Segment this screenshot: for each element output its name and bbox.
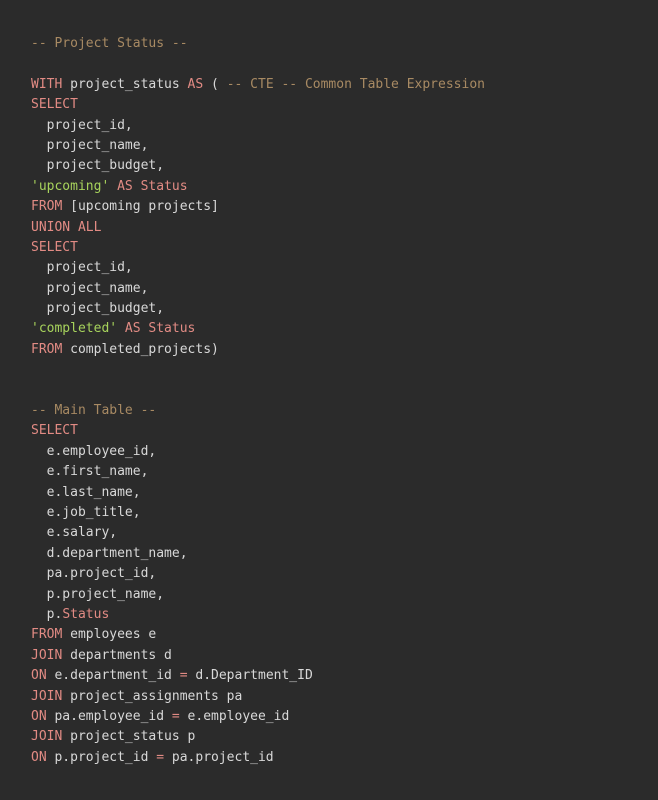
code-token: 'completed' xyxy=(31,321,118,337)
code-token: AS xyxy=(109,178,141,194)
code-line: ​ xyxy=(31,54,658,74)
code-line: -- Project Status -- xyxy=(31,34,658,54)
code-token: project_budget, xyxy=(31,301,165,317)
code-line: project_budget, xyxy=(31,156,658,176)
code-line: SELECT xyxy=(31,421,658,441)
code-token: ON xyxy=(31,749,55,765)
code-line: d.department_name, xyxy=(31,544,658,564)
code-token: project_budget, xyxy=(31,158,165,174)
code-token: pa.project_id, xyxy=(31,566,157,582)
code-token: JOIN xyxy=(31,688,71,704)
code-line: project_name, xyxy=(31,279,658,299)
code-token: d.Department_ID xyxy=(187,668,313,684)
code-token: UNION ALL xyxy=(31,219,102,235)
code-token: [upcoming projects] xyxy=(70,199,219,215)
code-line: JOIN departments d xyxy=(31,646,658,666)
code-token: e.job_title, xyxy=(31,504,141,520)
code-token: project_assignments pa xyxy=(70,688,243,704)
code-line: JOIN project_status p xyxy=(31,727,658,747)
code-token: 'upcoming' xyxy=(31,178,110,194)
code-token: SELECT xyxy=(31,423,78,439)
code-line: project_budget, xyxy=(31,299,658,319)
code-token: SELECT xyxy=(31,239,78,255)
code-line: e.job_title, xyxy=(31,503,658,523)
code-token: ON xyxy=(31,668,55,684)
code-line: e.employee_id, xyxy=(31,442,658,462)
code-token: ( xyxy=(203,76,227,92)
code-token: Status xyxy=(62,606,110,622)
code-token: = xyxy=(179,668,188,684)
code-editor[interactable]: -- Project Status --​WITH project_status… xyxy=(0,0,658,800)
code-line: 'upcoming' AS Status xyxy=(31,177,658,197)
code-line: project_id, xyxy=(31,116,658,136)
code-token: Status xyxy=(140,178,188,194)
code-line: JOIN project_assignments pa xyxy=(31,687,658,707)
code-token: project_name, xyxy=(31,137,149,153)
code-token: JOIN xyxy=(31,729,71,745)
code-token: d.department_name, xyxy=(31,545,188,561)
code-token: = xyxy=(171,708,180,724)
code-token: project_name, xyxy=(31,280,149,296)
code-token: p.project_id xyxy=(54,749,157,765)
code-line: FROM [upcoming projects] xyxy=(31,197,658,217)
code-token: ON xyxy=(31,708,55,724)
code-token: p.project_name, xyxy=(31,586,165,602)
code-line: e.salary, xyxy=(31,523,658,543)
code-token: -- Main Table -- xyxy=(31,403,157,419)
code-line: SELECT xyxy=(31,95,658,115)
code-token: e.first_name, xyxy=(31,464,149,480)
code-token: e.salary, xyxy=(31,525,118,541)
code-token: project_id, xyxy=(31,260,133,276)
code-token: = xyxy=(156,749,165,765)
code-line: e.first_name, xyxy=(31,462,658,482)
code-line: ​ xyxy=(31,360,658,380)
code-token: -- CTE -- Common Table Expression xyxy=(226,76,485,92)
code-token: AS xyxy=(117,321,149,337)
code-token: employees e xyxy=(70,627,157,643)
code-line: -- Main Table -- xyxy=(31,401,658,421)
code-line: project_id, xyxy=(31,258,658,278)
code-line: p.project_name, xyxy=(31,585,658,605)
code-token: project_status p xyxy=(70,729,196,745)
code-token: WITH xyxy=(31,76,71,92)
code-token: Status xyxy=(148,321,196,337)
code-line: 'completed' AS Status xyxy=(31,319,658,339)
code-token: e.department_id xyxy=(54,668,180,684)
code-token: project_status xyxy=(70,76,188,92)
code-token: AS xyxy=(187,76,204,92)
code-line: UNION ALL xyxy=(31,218,658,238)
code-line: ON e.department_id = d.Department_ID xyxy=(31,666,658,686)
code-token: e.employee_id, xyxy=(31,443,157,459)
code-line: FROM completed_projects) xyxy=(31,340,658,360)
code-line: pa.project_id, xyxy=(31,564,658,584)
code-token: completed_projects) xyxy=(70,341,219,357)
code-token: FROM xyxy=(31,199,71,215)
code-line: ​ xyxy=(31,381,658,401)
code-token: pa.project_id xyxy=(164,749,274,765)
code-token: JOIN xyxy=(31,647,71,663)
code-token: FROM xyxy=(31,627,71,643)
code-token: e.last_name, xyxy=(31,484,141,500)
code-token: pa.employee_id xyxy=(54,708,172,724)
code-token: SELECT xyxy=(31,97,78,113)
code-token: e.employee_id xyxy=(179,708,290,724)
code-line: SELECT xyxy=(31,238,658,258)
code-line: ON pa.employee_id = e.employee_id xyxy=(31,707,658,727)
code-token: project_id, xyxy=(31,117,133,133)
code-token: FROM xyxy=(31,341,71,357)
code-line: p.Status xyxy=(31,605,658,625)
code-line: e.last_name, xyxy=(31,483,658,503)
code-token: p. xyxy=(31,606,63,622)
code-line: FROM employees e xyxy=(31,625,658,645)
code-token: departments d xyxy=(70,647,172,663)
code-line: ON p.project_id = pa.project_id xyxy=(31,748,658,768)
code-line: project_name, xyxy=(31,136,658,156)
code-token: -- Project Status -- xyxy=(31,36,188,51)
code-line: WITH project_status AS ( -- CTE -- Commo… xyxy=(31,75,658,95)
